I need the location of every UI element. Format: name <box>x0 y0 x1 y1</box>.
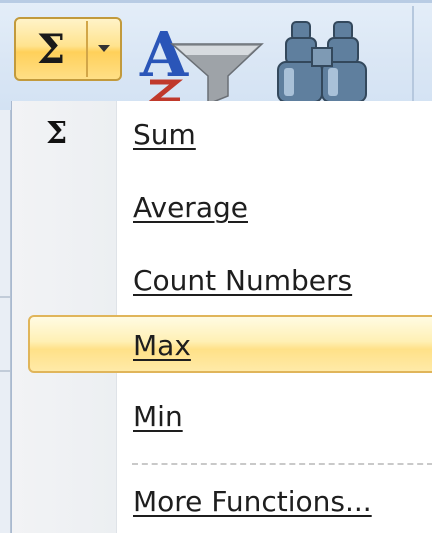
menu-item-label: Max <box>133 329 191 362</box>
menu-item-label: Sum <box>133 118 196 151</box>
binocular-bridge <box>311 47 333 67</box>
ribbon-strip: Σ A <box>0 0 432 111</box>
binocular-shine-left <box>284 68 294 96</box>
menu-item-max[interactable]: Max <box>12 311 432 373</box>
autosum-split-button[interactable]: Σ <box>14 17 122 81</box>
funnel-highlight <box>176 46 258 55</box>
autosum-dropdown-menu: Σ Sum Average Count Numbers Max Min More… <box>11 101 432 533</box>
menu-item-sum[interactable]: Σ Sum <box>12 104 432 166</box>
menu-item-more-functions[interactable]: More Functions... <box>12 471 432 533</box>
sigma-icon: Σ <box>46 116 68 151</box>
binoculars-icon[interactable] <box>270 8 380 108</box>
menu-separator <box>132 463 432 465</box>
menu-item-highlight <box>28 315 432 373</box>
menu-item-label: More Functions... <box>133 485 372 518</box>
menu-item-average[interactable]: Average <box>12 177 432 239</box>
menu-item-label: Min <box>133 400 183 433</box>
ribbon-top-border <box>0 0 432 3</box>
menu-item-min[interactable]: Min <box>12 386 432 448</box>
binocular-shine-right <box>328 68 338 96</box>
menu-item-label: Average <box>133 191 248 224</box>
ribbon-separator <box>412 6 414 102</box>
menu-item-count-numbers[interactable]: Count Numbers <box>12 250 432 312</box>
worksheet-edge <box>0 110 11 533</box>
sheet-gridline <box>0 296 10 298</box>
sheet-gridline <box>0 370 10 372</box>
menu-item-label: Count Numbers <box>133 264 353 297</box>
sort-filter-icon[interactable]: A <box>136 14 266 106</box>
chevron-down-icon <box>98 45 110 52</box>
sigma-icon[interactable]: Σ <box>16 19 86 79</box>
autosum-dropdown-button[interactable] <box>88 19 120 79</box>
